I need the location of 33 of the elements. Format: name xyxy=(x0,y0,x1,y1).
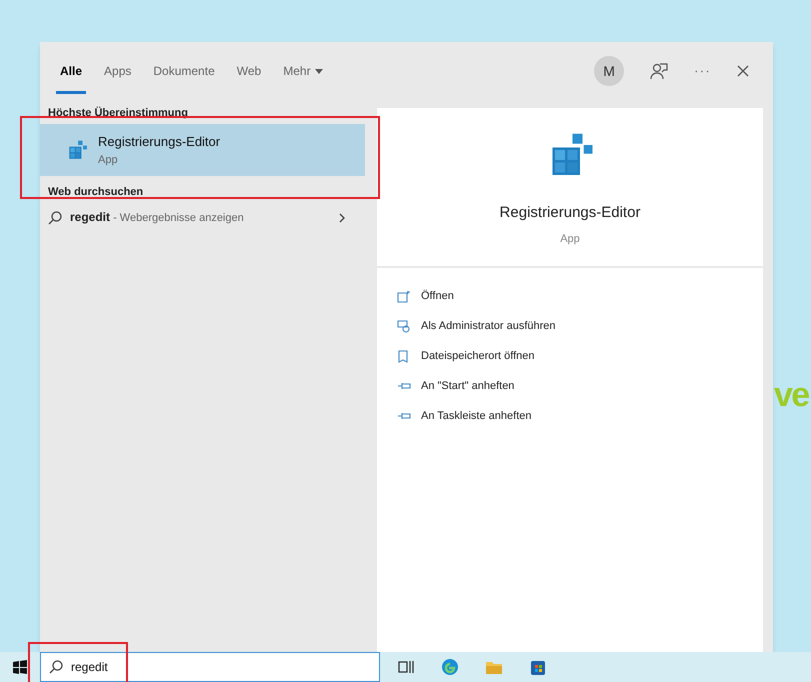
chevron-right-icon xyxy=(339,212,345,222)
section-heading: Höchste Übereinstimmung xyxy=(47,106,189,120)
feedback-icon xyxy=(650,62,668,80)
best-match-result[interactable]: Registrierungs-Editor App xyxy=(40,124,365,176)
action-item[interactable]: An "Start" anheften xyxy=(397,376,743,396)
wallpaper-text: ve xyxy=(774,378,808,412)
tab[interactable]: Mehr xyxy=(283,42,323,100)
web-search-result[interactable]: regedit - Webergebnisse anzeigen xyxy=(40,200,365,234)
detail-type: App xyxy=(560,232,580,246)
result-title: Registrierungs-Editor xyxy=(98,133,220,151)
windows-logo-icon xyxy=(13,660,27,674)
search-field[interactable]: regedit xyxy=(71,658,371,676)
action-item[interactable]: Dateispeicherort öffnen xyxy=(397,346,743,366)
task-view-icon xyxy=(397,658,415,676)
tab[interactable]: Apps xyxy=(104,42,132,100)
tab[interactable]: Web xyxy=(236,42,262,100)
taskbar-search-box[interactable]: regedit xyxy=(40,652,380,682)
web-result-text: regedit - Webergebnisse anzeigen xyxy=(70,209,245,226)
store-bag-icon xyxy=(529,658,547,676)
search-icon xyxy=(49,660,63,674)
action-item[interactable]: Öffnen xyxy=(397,286,743,306)
detail-title: Registrierungs-Editor xyxy=(500,203,640,223)
section-heading: Web durchsuchen xyxy=(47,185,144,200)
tab[interactable]: Dokumente xyxy=(153,42,215,100)
avatar[interactable]: M xyxy=(594,56,624,86)
window-open-icon xyxy=(397,290,411,302)
action-item[interactable]: Als Administrator ausführen xyxy=(397,316,743,336)
close-icon xyxy=(737,65,749,77)
more-options-button[interactable]: ··· xyxy=(694,61,711,81)
result-type: App xyxy=(98,152,119,168)
action-item[interactable]: An Taskleiste anheften xyxy=(397,406,743,426)
search-icon xyxy=(48,210,62,224)
browser-swirl-icon xyxy=(441,658,459,676)
